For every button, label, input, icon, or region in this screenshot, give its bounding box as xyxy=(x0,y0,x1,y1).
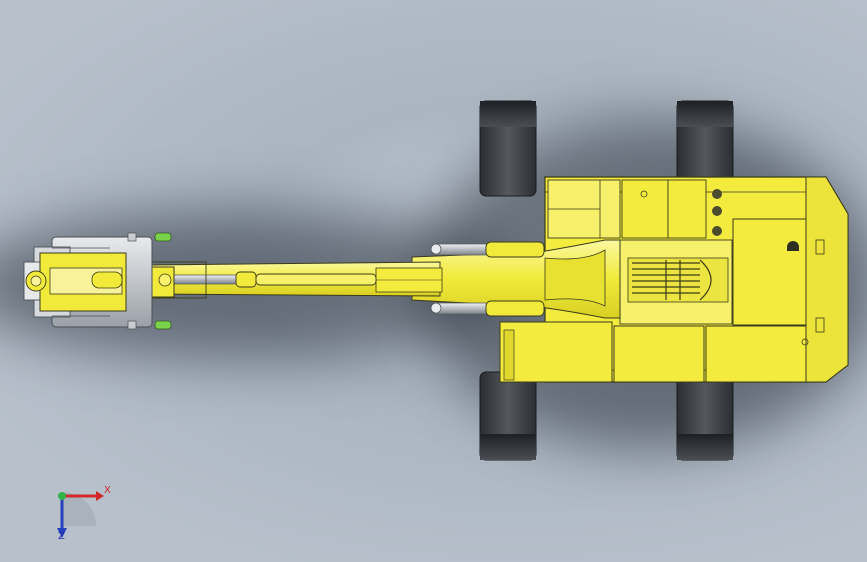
excavator-model[interactable] xyxy=(0,0,867,562)
filler-caps xyxy=(712,189,722,236)
graphics-viewport[interactable]: X Z xyxy=(0,0,867,562)
left-track-rear[interactable] xyxy=(479,371,537,461)
bucket[interactable] xyxy=(23,236,153,328)
z-axis-label: Z xyxy=(58,531,65,542)
x-axis-label: X xyxy=(104,485,111,496)
right-track-rear[interactable] xyxy=(676,371,734,461)
coordinate-triad: X Z xyxy=(50,482,120,546)
side-compartments xyxy=(499,321,809,383)
boom-cylinder-upper[interactable] xyxy=(430,241,545,258)
engine-hood xyxy=(619,239,733,325)
boom-cylinder-lower[interactable] xyxy=(430,300,545,317)
fuel-tank-compartment xyxy=(621,179,707,239)
tool-box-compartment xyxy=(547,179,621,239)
left-track-front[interactable] xyxy=(479,100,537,197)
